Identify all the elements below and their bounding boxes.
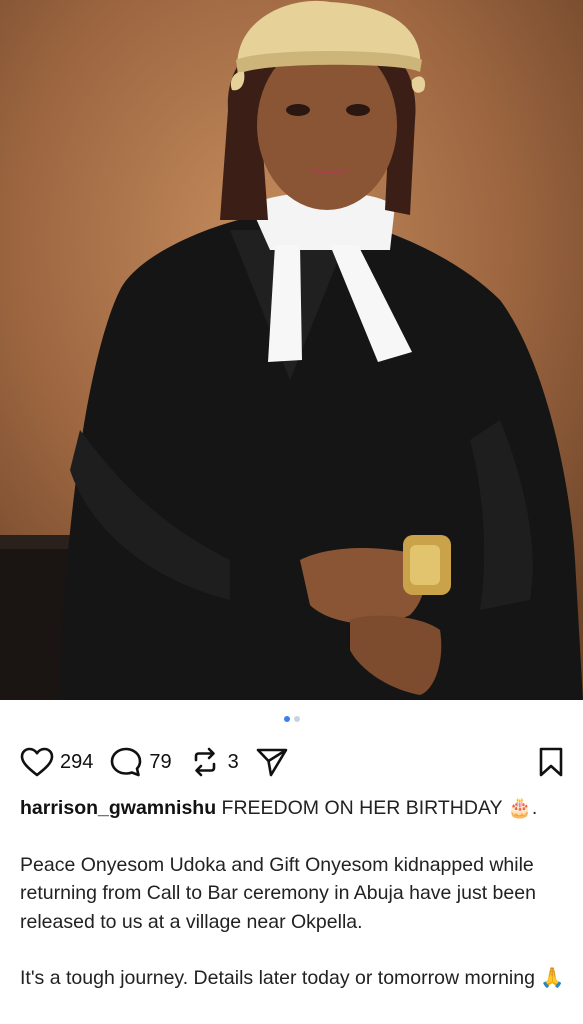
praying-hands-emoji: 🙏: [540, 967, 565, 989]
carousel-dot-active[interactable]: [283, 716, 290, 722]
bookmark-button[interactable]: [537, 746, 565, 778]
heart-icon: [20, 747, 54, 777]
repost-icon: [194, 747, 215, 777]
caption-headline-end: .: [531, 797, 538, 819]
caption-headline: harrison_gwamnishu FREEDOM ON HER BIRTHD…: [20, 794, 569, 823]
share-button[interactable]: [255, 746, 289, 778]
carousel-dot[interactable]: [293, 716, 300, 722]
caption-paragraph-2-text: It's a tough journey. Details later toda…: [20, 967, 535, 989]
bookmark-icon: [539, 747, 563, 777]
like-count: 294: [60, 750, 94, 773]
post-caption: harrison_gwamnishu FREEDOM ON HER BIRTHD…: [20, 794, 569, 993]
share-icon: [256, 748, 288, 777]
caption-paragraph-1: Peace Onyesom Udoka and Gift Onyesom kid…: [20, 853, 536, 933]
comment-icon: [111, 747, 142, 777]
birthday-cake-emoji: 🎂: [507, 797, 532, 819]
caption-headline-text: FREEDOM ON HER BIRTHDAY: [221, 797, 503, 819]
post-actions-bar: 294 79 3: [20, 740, 565, 784]
post-image[interactable]: [0, 0, 583, 700]
repost-count: 3: [227, 750, 239, 773]
username-link[interactable]: harrison_gwamnishu: [20, 797, 216, 819]
caption-paragraph-2: It's a tough journey. Details later toda…: [20, 964, 569, 993]
portrait-illustration: [0, 0, 583, 700]
repost-button[interactable]: 3: [188, 746, 239, 778]
comment-button[interactable]: 79: [109, 746, 172, 778]
like-button[interactable]: 294: [20, 747, 93, 777]
carousel-indicator: [0, 716, 583, 726]
comment-count: 79: [149, 750, 172, 773]
